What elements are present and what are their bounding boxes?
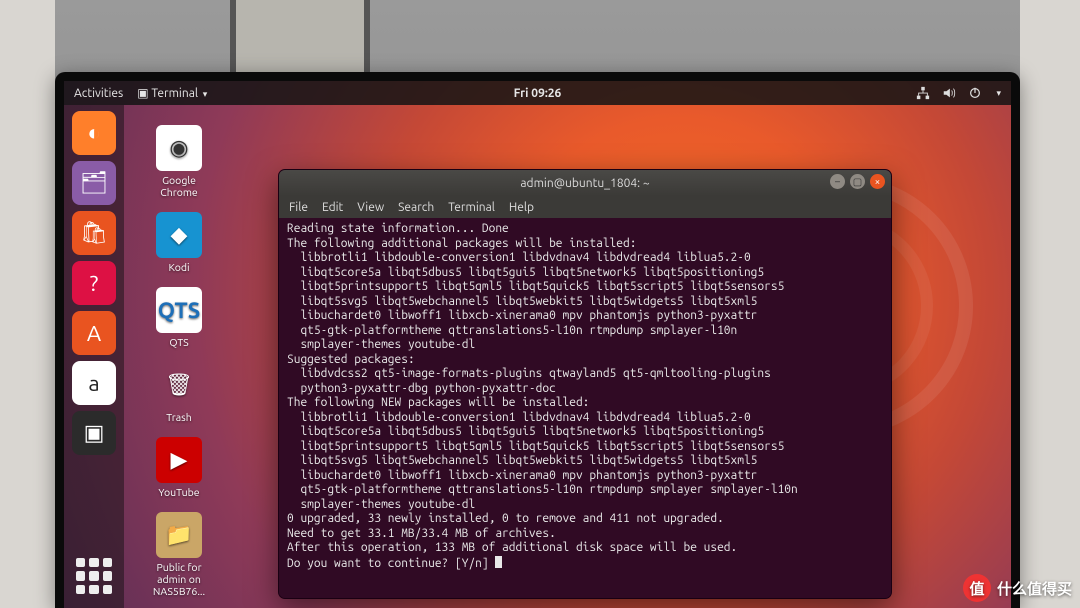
desktop-icon-kodi[interactable]: ◆ Kodi	[136, 212, 222, 273]
icon-label: Public for admin on NAS5B76...	[153, 561, 205, 597]
window-close-button[interactable]: ×	[870, 174, 885, 189]
terminal-icon: ▣	[137, 87, 148, 100]
wall-left	[0, 0, 55, 608]
menu-help[interactable]: Help	[509, 201, 534, 214]
window-minimize-button[interactable]: –	[830, 174, 845, 189]
network-icon[interactable]	[916, 86, 930, 100]
folder-icon: 📁	[156, 512, 202, 558]
app-menu-label: Terminal	[151, 87, 198, 100]
kodi-icon: ◆	[156, 212, 202, 258]
window-title: admin@ubuntu_1804: ~	[520, 177, 649, 190]
menu-search[interactable]: Search	[398, 201, 434, 214]
clock[interactable]: Fri 09:26	[514, 87, 562, 100]
desktop-icon-trash[interactable]: 🗑 Trash	[136, 362, 222, 423]
chevron-down-icon: ▾	[203, 89, 208, 100]
icon-label: Kodi	[168, 261, 189, 273]
gnome-topbar: Activities ▣ Terminal ▾ Fri 09:26 ▾	[64, 81, 1011, 105]
youtube-icon: ▶	[156, 437, 202, 483]
desktop-icon-chrome[interactable]: ◉ Google Chrome	[136, 125, 222, 198]
icon-label: Trash	[166, 411, 191, 423]
dock-files[interactable]: 🗂	[72, 161, 116, 205]
cursor	[495, 556, 502, 568]
ubuntu-dock: ◐ 🗂 🛍 ? A a ▣	[64, 105, 124, 608]
photo-background: Activities ▣ Terminal ▾ Fri 09:26 ▾	[0, 0, 1080, 608]
icon-label: YouTube	[158, 486, 199, 498]
ubuntu-desktop[interactable]: Activities ▣ Terminal ▾ Fri 09:26 ▾	[64, 81, 1011, 608]
app-menu[interactable]: ▣ Terminal ▾	[137, 86, 207, 100]
watermark-badge-icon: 值	[963, 574, 991, 602]
desktop-icon-nas-folder[interactable]: 📁 Public for admin on NAS5B76...	[136, 512, 222, 597]
monitor-bezel: Activities ▣ Terminal ▾ Fri 09:26 ▾	[55, 72, 1020, 608]
window-titlebar[interactable]: admin@ubuntu_1804: ~ – ▢ ×	[279, 170, 891, 196]
menu-view[interactable]: View	[357, 201, 384, 214]
terminal-output[interactable]: Reading state information... Done The fo…	[279, 218, 891, 598]
menu-file[interactable]: File	[289, 201, 308, 214]
menu-terminal[interactable]: Terminal	[448, 201, 495, 214]
volume-icon[interactable]	[942, 86, 956, 100]
desktop-icons: ◉ Google Chrome ◆ Kodi QTS QTS 🗑 Trash ▶	[136, 125, 222, 597]
dock-terminal[interactable]: ▣	[72, 411, 116, 455]
desktop-icon-qts[interactable]: QTS QTS	[136, 287, 222, 348]
watermark: 值 什么值得买	[963, 574, 1072, 602]
watermark-text: 什么值得买	[997, 578, 1072, 599]
activities-button[interactable]: Activities	[74, 87, 123, 100]
wall-right	[1020, 0, 1080, 608]
icon-label: Google Chrome	[160, 174, 197, 198]
terminal-menubar: File Edit View Search Terminal Help	[279, 196, 891, 218]
terminal-window[interactable]: admin@ubuntu_1804: ~ – ▢ × File Edit Vie…	[278, 169, 892, 599]
power-icon[interactable]	[968, 86, 982, 100]
qts-icon: QTS	[156, 287, 202, 333]
trash-icon: 🗑	[156, 362, 202, 408]
icon-label: QTS	[169, 336, 188, 348]
dock-help[interactable]: ?	[72, 261, 116, 305]
chevron-down-icon: ▾	[996, 88, 1001, 99]
menu-edit[interactable]: Edit	[322, 201, 343, 214]
show-applications-button[interactable]	[76, 558, 112, 594]
dock-amazon[interactable]: a	[72, 361, 116, 405]
chrome-icon: ◉	[156, 125, 202, 171]
dock-ubuntu-soft[interactable]: A	[72, 311, 116, 355]
door-frame	[230, 0, 370, 80]
dock-firefox[interactable]: ◐	[72, 111, 116, 155]
dock-software[interactable]: 🛍	[72, 211, 116, 255]
desktop-icon-youtube[interactable]: ▶ YouTube	[136, 437, 222, 498]
window-maximize-button[interactable]: ▢	[850, 174, 865, 189]
